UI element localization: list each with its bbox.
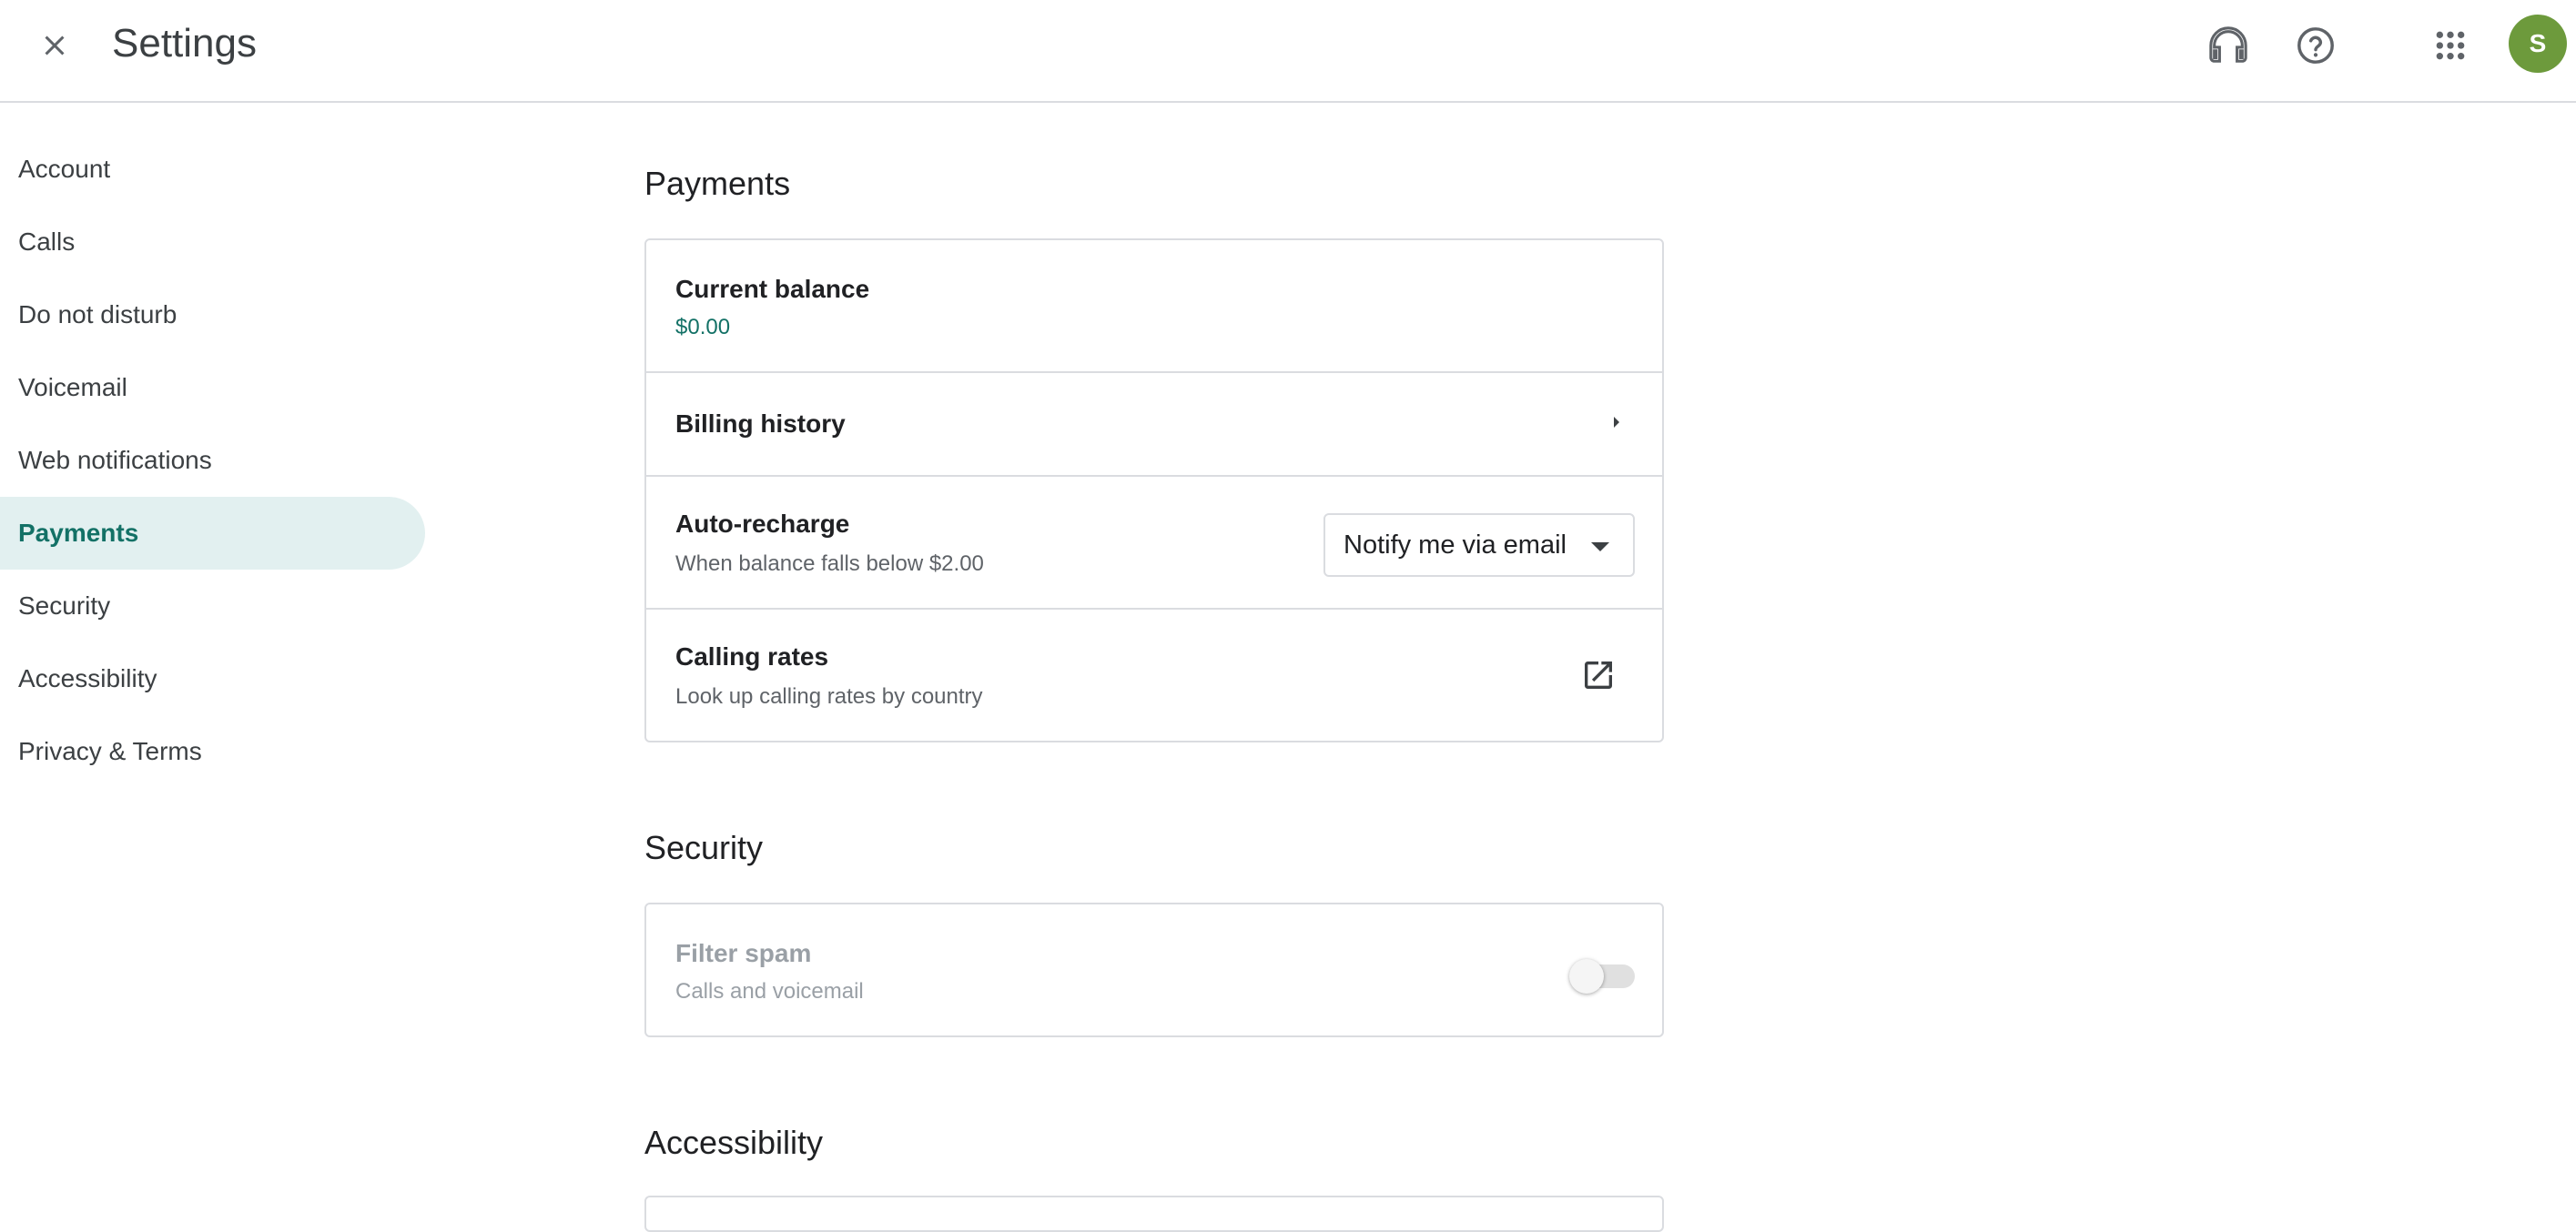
close-button[interactable] bbox=[27, 18, 82, 73]
auto-recharge-selected-value: Notify me via email bbox=[1344, 530, 1567, 560]
billing-history-row[interactable]: Billing history bbox=[646, 373, 1662, 477]
apps-grid-icon bbox=[2436, 31, 2465, 60]
accessibility-section-title: Accessibility bbox=[644, 1124, 824, 1161]
auto-recharge-label: Auto-recharge bbox=[675, 510, 850, 538]
sidebar-item-account[interactable]: Account bbox=[0, 133, 425, 206]
billing-history-label: Billing history bbox=[675, 409, 846, 438]
filter-spam-label: Filter spam bbox=[675, 939, 812, 967]
current-balance-row: Current balance $0.00 bbox=[646, 240, 1662, 373]
security-section-title: Security bbox=[644, 829, 764, 866]
current-balance-label: Current balance bbox=[675, 275, 870, 303]
sidebar-item-calls[interactable]: Calls bbox=[0, 206, 425, 278]
help-icon bbox=[2297, 27, 2334, 64]
current-balance-value: $0.00 bbox=[675, 315, 731, 339]
sidebar-item-voicemail[interactable]: Voicemail bbox=[0, 351, 425, 424]
calling-rates-row[interactable]: Calling rates Look up calling rates by c… bbox=[646, 610, 1662, 742]
apps-button[interactable] bbox=[2423, 18, 2478, 73]
dropdown-arrow-icon bbox=[1591, 542, 1609, 551]
sidebar-item-accessibility[interactable]: Accessibility bbox=[0, 642, 425, 715]
auto-recharge-select[interactable]: Notify me via email bbox=[1323, 513, 1635, 577]
headset-icon bbox=[2209, 26, 2247, 63]
chevron-right-icon bbox=[1614, 417, 1619, 428]
sidebar-item-do-not-disturb[interactable]: Do not disturb bbox=[0, 278, 425, 351]
filter-spam-row: Filter spam Calls and voicemail bbox=[646, 904, 1662, 1035]
sidebar-item-security[interactable]: Security bbox=[0, 570, 425, 642]
calling-rates-label: Calling rates bbox=[675, 642, 829, 671]
accessibility-card bbox=[644, 1196, 1664, 1232]
filter-spam-subtitle: Calls and voicemail bbox=[675, 979, 864, 1004]
auto-recharge-subtitle: When balance falls below $2.00 bbox=[675, 551, 984, 576]
close-icon bbox=[45, 35, 65, 56]
support-button[interactable] bbox=[2201, 18, 2256, 73]
app-header: Settings S bbox=[0, 0, 2576, 103]
filter-spam-toggle[interactable] bbox=[1569, 959, 1637, 994]
auto-recharge-row: Auto-recharge When balance falls below $… bbox=[646, 477, 1662, 610]
avatar[interactable]: S bbox=[2509, 15, 2567, 73]
toggle-knob bbox=[1569, 959, 1604, 994]
sidebar-item-privacy-terms[interactable]: Privacy & Terms bbox=[0, 715, 425, 788]
calling-rates-subtitle: Look up calling rates by country bbox=[675, 684, 983, 709]
help-button[interactable] bbox=[2288, 18, 2343, 73]
open-in-new-icon[interactable] bbox=[1580, 657, 1617, 693]
payments-card: Current balance $0.00 Billing history Au… bbox=[644, 238, 1664, 742]
security-card: Filter spam Calls and voicemail bbox=[644, 903, 1664, 1037]
page-title: Settings bbox=[112, 21, 257, 66]
sidebar-item-payments[interactable]: Payments bbox=[0, 497, 425, 570]
payments-section-title: Payments bbox=[644, 165, 791, 202]
sidebar-item-web-notifications[interactable]: Web notifications bbox=[0, 424, 425, 497]
